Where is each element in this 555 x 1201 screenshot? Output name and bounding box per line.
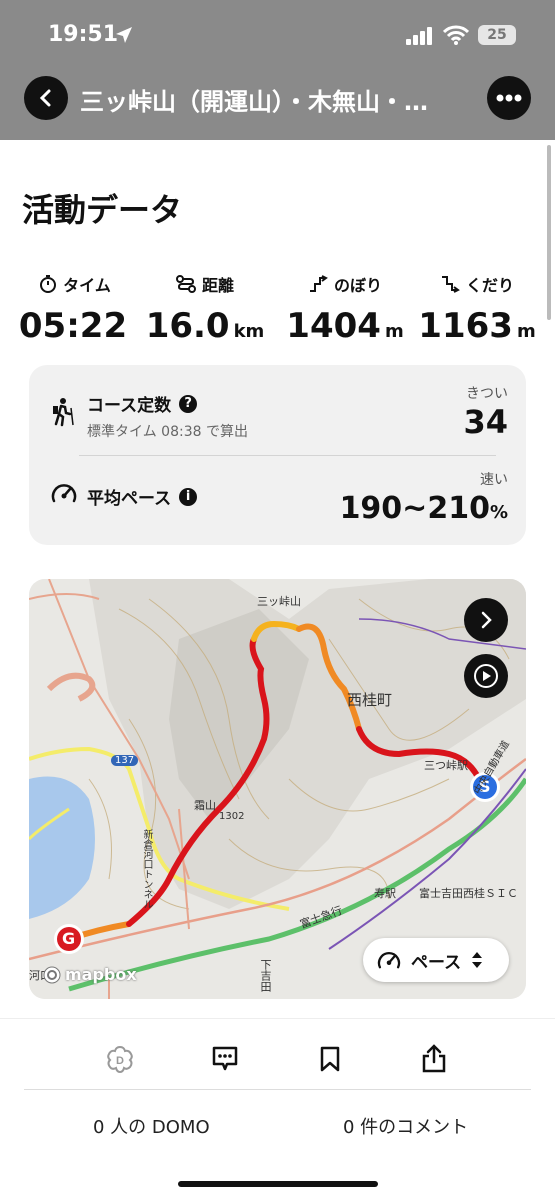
- pace-level: 速い: [480, 472, 508, 488]
- route-icon: [175, 275, 196, 293]
- ascent-icon: [309, 275, 328, 292]
- route-map[interactable]: S G 三ッ峠山 西桂町 三つ峠駅 霜山 1302 137 中央自動車道 富士吉…: [29, 579, 526, 999]
- stat-descent-value: 1163: [418, 306, 513, 346]
- comment-count[interactable]: 0 件のコメント: [343, 1113, 468, 1139]
- course-title: コース定数: [87, 396, 172, 416]
- stat-ascent: のぼり 1404 m: [280, 272, 410, 346]
- pace-selector-label: ペース: [411, 952, 462, 973]
- stat-distance-label: 距離: [201, 276, 234, 295]
- sort-icon: [472, 952, 483, 968]
- gauge-icon: [377, 951, 401, 969]
- stat-ascent-label: のぼり: [333, 276, 382, 295]
- bottom-divider: [24, 1089, 531, 1090]
- more-button[interactable]: [487, 76, 531, 120]
- course-level: きつい: [466, 386, 508, 402]
- stat-time-label: タイム: [63, 276, 111, 295]
- share-button[interactable]: [416, 1041, 452, 1077]
- descent-icon: [441, 276, 460, 293]
- stat-distance-value: 16.0: [145, 306, 230, 346]
- label-nishikatsura: 西桂町: [347, 691, 393, 709]
- battery-icon: 25: [478, 25, 516, 45]
- clock: 19:51: [48, 22, 119, 47]
- page-title: 三ッ峠山（開運山）・木無山・…: [80, 88, 428, 116]
- label-shimoyoshida: 下吉田: [259, 959, 272, 992]
- label-tunnel: 新倉河口トンネル: [141, 829, 152, 909]
- bookmark-icon: [320, 1046, 340, 1072]
- label-ic: 富士吉田西桂ＳＩＣ: [419, 887, 518, 900]
- section-title: 活動データ: [22, 191, 183, 229]
- home-indicator[interactable]: [178, 1181, 378, 1187]
- wifi-icon: [443, 25, 469, 45]
- label-kiriyama: 霜山: [194, 799, 216, 812]
- stat-descent-unit: m: [516, 321, 536, 342]
- play-icon: [474, 664, 498, 688]
- pace-unit: %: [489, 502, 508, 523]
- bottom-panel: D 0 人の DOMO 0 件のコメント: [0, 1018, 555, 1201]
- map-next-button[interactable]: [464, 598, 508, 642]
- mapbox-label: mapbox: [65, 965, 137, 984]
- more-icon: [496, 94, 522, 102]
- svg-text:D: D: [116, 1055, 124, 1067]
- course-row[interactable]: コース定数 ? 標準タイム 08:38 で算出 きつい 34: [29, 365, 526, 455]
- hiker-icon: [53, 398, 74, 427]
- stat-ascent-value: 1404: [286, 306, 381, 346]
- stat-distance-unit: km: [233, 321, 265, 342]
- domo-button[interactable]: D: [102, 1041, 138, 1077]
- label-station: 三つ峠駅: [424, 759, 468, 772]
- gauge-icon: [51, 484, 77, 503]
- battery-level: 25: [487, 27, 507, 43]
- pace-row[interactable]: 平均ペース i 速い 190~210%: [29, 456, 526, 545]
- label-mitsutoge: 三ッ峠山: [257, 595, 301, 608]
- pace-selector[interactable]: ペース: [363, 938, 509, 982]
- pace-title: 平均ペース: [87, 489, 172, 509]
- mapbox-attribution[interactable]: mapbox: [43, 965, 137, 984]
- bookmark-button[interactable]: [312, 1041, 348, 1077]
- chevron-right-icon: [481, 611, 492, 629]
- course-card: コース定数 ? 標準タイム 08:38 で算出 きつい 34 平均ペース i 速…: [29, 365, 526, 545]
- comment-button[interactable]: [207, 1041, 243, 1077]
- domo-icon: D: [107, 1045, 133, 1074]
- stat-descent-label: くだり: [465, 276, 514, 295]
- status-bar: 19:51 25: [0, 0, 555, 68]
- stat-time: タイム 05:22: [10, 272, 140, 346]
- label-elevation: 1302: [219, 811, 245, 822]
- label-kotobuki: 寿駅: [374, 887, 396, 900]
- pace-value: 190~210: [339, 491, 490, 526]
- goal-marker[interactable]: G: [62, 929, 75, 948]
- info-icon[interactable]: i: [179, 487, 198, 506]
- help-icon[interactable]: ?: [179, 394, 198, 413]
- stat-ascent-unit: m: [384, 321, 404, 342]
- scroll-indicator[interactable]: [547, 145, 551, 320]
- map-play-button[interactable]: [464, 654, 508, 698]
- back-button[interactable]: [24, 76, 68, 120]
- map-canvas: [29, 579, 526, 999]
- course-subtitle: 標準タイム 08:38 で算出: [87, 424, 248, 440]
- domo-count[interactable]: 0 人の DOMO: [93, 1113, 210, 1139]
- chevron-left-icon: [39, 89, 51, 107]
- stat-distance: 距離 16.0 km: [140, 272, 270, 346]
- location-arrow-icon: [116, 27, 132, 43]
- signal-icon: [406, 27, 432, 45]
- stopwatch-icon: [40, 275, 57, 293]
- comment-icon: [212, 1046, 238, 1071]
- stat-time-value: 05:22: [18, 306, 128, 346]
- mapbox-logo-icon: [43, 966, 61, 983]
- label-route-137: 137: [111, 755, 139, 766]
- course-value: 34: [463, 403, 508, 441]
- header: 三ッ峠山（開運山）・木無山・…: [0, 68, 555, 140]
- share-icon: [422, 1044, 446, 1073]
- stat-descent: くだり 1163 m: [412, 272, 542, 346]
